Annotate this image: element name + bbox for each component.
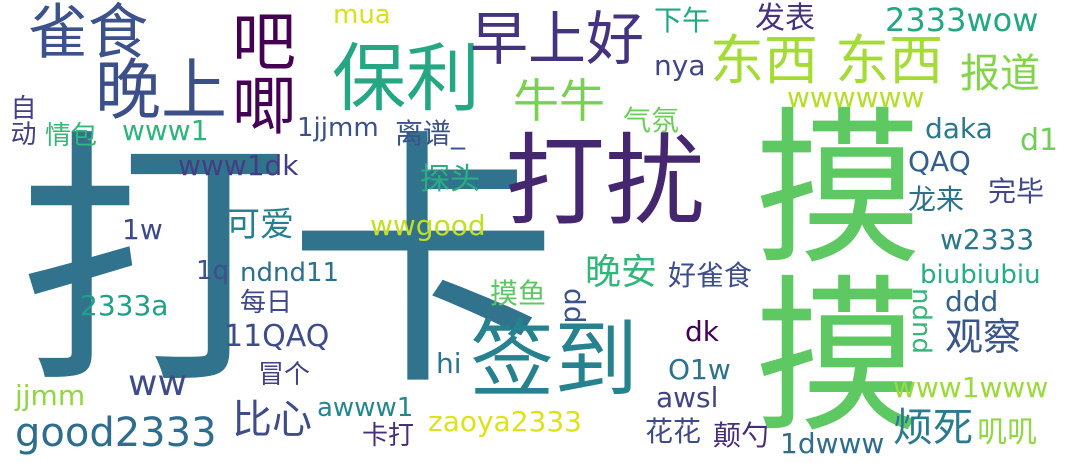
word-dongxi: 东西 东西	[710, 29, 944, 92]
word-2333a: 2333a	[80, 289, 169, 322]
word-11qaq: 11QAQ	[224, 319, 330, 354]
word-hi: hi	[436, 347, 462, 380]
word-zidong: 自动	[6, 94, 36, 146]
word-mua: mua	[333, 0, 391, 30]
word-cloud: 打卡 摸摸 打扰 签到 保利 晚上 早上好 雀食 东西 东西 吧唧 牛牛 报道 …	[0, 0, 1080, 463]
word-jjmm: jjmm	[15, 379, 86, 412]
word-maoge: 冒个	[258, 360, 311, 390]
word-ndnd11: ndnd11	[240, 258, 340, 288]
word-meiri: 每日	[240, 288, 293, 318]
word-tantou: 探头	[420, 162, 480, 197]
word-xiawu: 下午	[654, 4, 711, 37]
word-o1w: O1w	[668, 353, 731, 386]
word-awww1: awww1	[317, 393, 414, 423]
word-moyu: 摸鱼	[490, 277, 547, 310]
word-dd: dd	[558, 288, 591, 324]
word-huahua: 花花	[645, 415, 702, 448]
word-niuniu: 牛牛	[513, 74, 605, 128]
word-jiji: 叽叽	[977, 415, 1037, 450]
word-daka: daka	[925, 112, 993, 145]
word-keai: 可爱	[226, 205, 294, 245]
word-baodao: 报道	[960, 51, 1040, 97]
word-ddd: ddd	[945, 285, 999, 318]
word-guancha: 观察	[945, 315, 1022, 359]
word-haoqueshi: 好雀食	[668, 259, 753, 292]
word-1w: 1w	[122, 213, 163, 246]
word-fabiao: 发表	[755, 1, 815, 36]
word-momo: 摸摸	[726, 100, 922, 436]
word-baji: 吧唧	[221, 8, 295, 136]
word-1dwww: 1dwww	[780, 427, 885, 460]
word-zaoya2333: zaoya2333	[428, 405, 582, 438]
word-dk: dk	[685, 315, 719, 348]
word-qaq: QAQ	[908, 145, 971, 178]
word-good2333: good2333	[15, 410, 217, 456]
word-d1: d1	[1020, 123, 1059, 158]
word-wwgood: wwgood	[370, 209, 486, 242]
word-www1www: www1www	[893, 371, 1049, 404]
word-qiandao: 签到	[470, 311, 639, 409]
word-ww: ww	[128, 363, 187, 404]
word-1jjmm: 1jjmm	[297, 113, 379, 143]
word-fansi: 烦死	[893, 405, 973, 451]
word-qingbao: 情包	[45, 121, 98, 151]
word-darao: 打扰	[505, 123, 705, 240]
word-dianshao: 颠勺	[713, 419, 770, 452]
word-2333wow: 2333wow	[885, 1, 1039, 39]
word-www1dk: www1dk	[178, 149, 299, 182]
word-nya: nya	[654, 49, 706, 82]
word-queshi: 雀食	[28, 0, 148, 68]
word-wanan: 晚安	[585, 252, 658, 293]
word-wwwwww: wwwwww	[787, 81, 925, 114]
word-w2333: w2333	[940, 223, 1035, 256]
word-awsl: awsl	[656, 381, 719, 414]
word-1q: 1q	[196, 256, 230, 286]
word-qifen: 气氛	[623, 104, 680, 137]
word-longlai: 龙来	[908, 183, 965, 216]
word-ndnd: ndnd	[906, 288, 936, 354]
word-wanbi: 完毕	[988, 175, 1045, 208]
word-bixin: 比心	[232, 397, 312, 443]
word-zaoshanghao: 早上好	[470, 5, 645, 73]
word-lipu: 离谱_	[395, 117, 466, 150]
word-baoli: 保利	[332, 36, 480, 122]
word-www1: www1	[122, 114, 209, 147]
word-kada: 卡打	[362, 421, 415, 451]
